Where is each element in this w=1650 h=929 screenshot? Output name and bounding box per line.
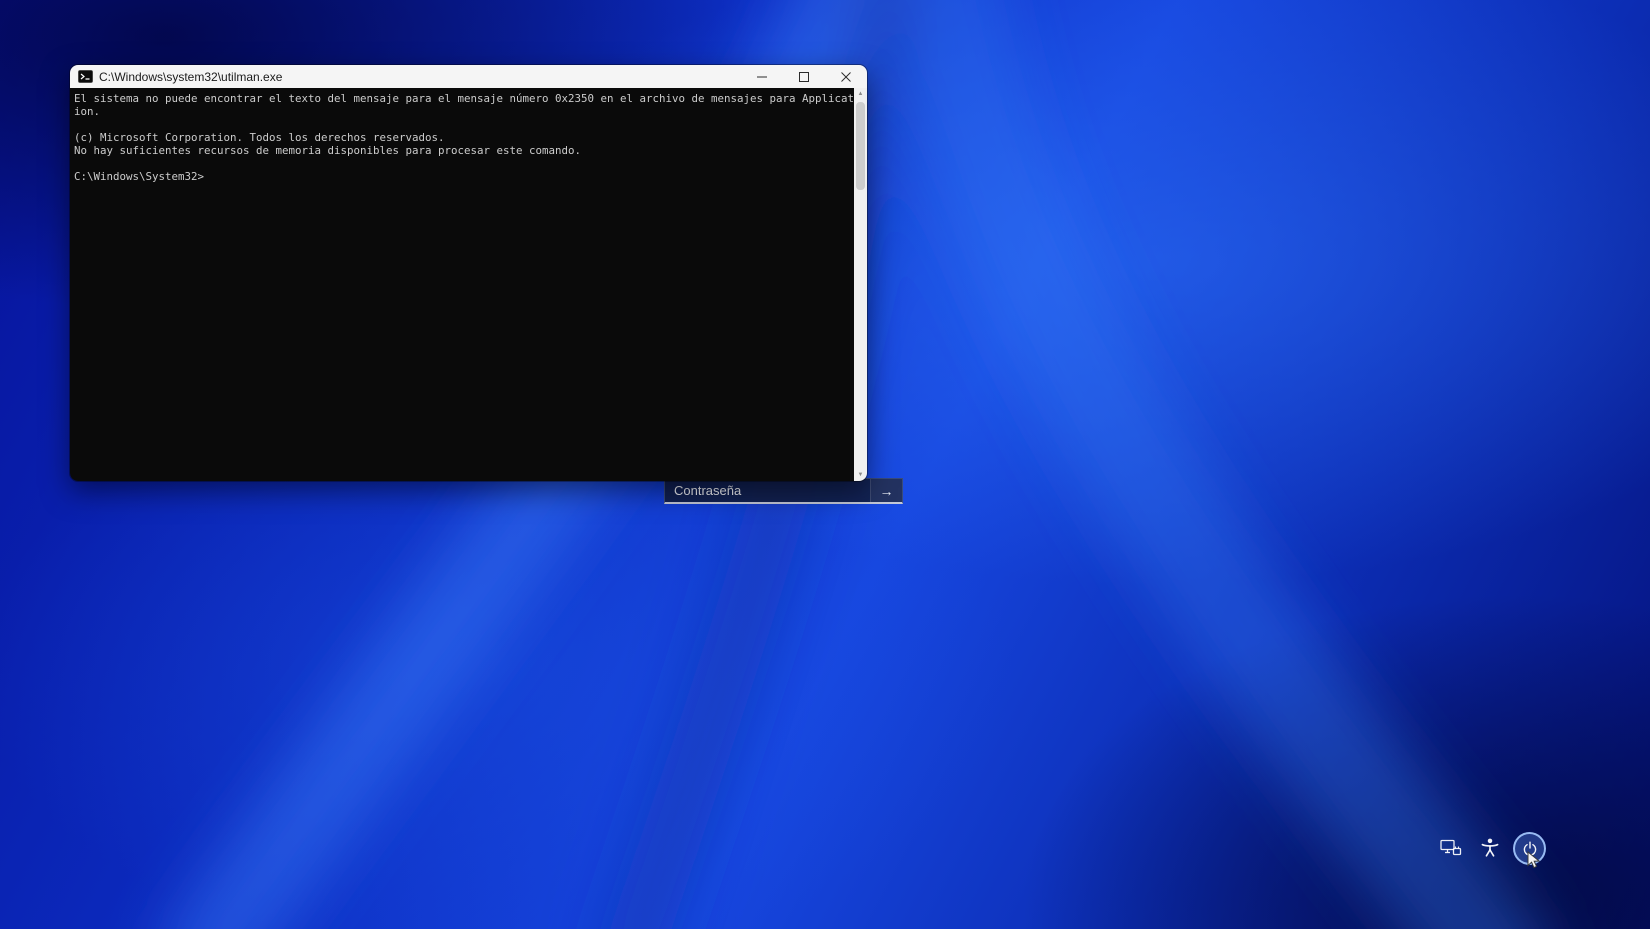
close-icon xyxy=(841,71,851,82)
accessibility-icon[interactable] xyxy=(1480,838,1500,857)
scrollbar-down-button[interactable]: ▼ xyxy=(858,469,864,481)
maximize-icon xyxy=(799,71,809,82)
console-area: El sistema no puede encontrar el texto d… xyxy=(70,88,867,481)
console-window: C:\Windows\system32\utilman.exe El siste… xyxy=(70,65,867,481)
cmd-icon xyxy=(78,69,93,84)
password-submit-button[interactable]: → xyxy=(870,479,902,502)
minimize-button[interactable] xyxy=(741,65,783,88)
minimize-icon xyxy=(757,76,767,77)
console-output[interactable]: El sistema no puede encontrar el texto d… xyxy=(70,88,854,481)
scrollbar-up-button[interactable]: ▲ xyxy=(858,88,864,100)
console-line: C:\Windows\System32> xyxy=(74,170,205,183)
window-title: C:\Windows\system32\utilman.exe xyxy=(99,69,283,84)
window-controls xyxy=(741,65,867,88)
titlebar[interactable]: C:\Windows\system32\utilman.exe xyxy=(70,65,867,88)
network-icon[interactable] xyxy=(1440,839,1462,857)
close-button[interactable] xyxy=(825,65,867,88)
console-line: El sistema no puede encontrar el texto d… xyxy=(74,92,854,105)
password-input[interactable] xyxy=(665,479,870,502)
password-field-container: → xyxy=(664,478,903,504)
console-line: (c) Microsoft Corporation. Todos los der… xyxy=(74,131,445,144)
maximize-button[interactable] xyxy=(783,65,825,88)
scrollbar-thumb[interactable] xyxy=(856,102,865,190)
console-line: ion. xyxy=(74,105,101,118)
login-screen: → C:\Windows\system32\utilman.exe El sis… xyxy=(0,0,1650,929)
mouse-cursor xyxy=(1527,851,1541,869)
console-line: No hay suficientes recursos de memoria d… xyxy=(74,144,582,157)
scrollbar[interactable]: ▲ ▼ xyxy=(854,88,867,481)
